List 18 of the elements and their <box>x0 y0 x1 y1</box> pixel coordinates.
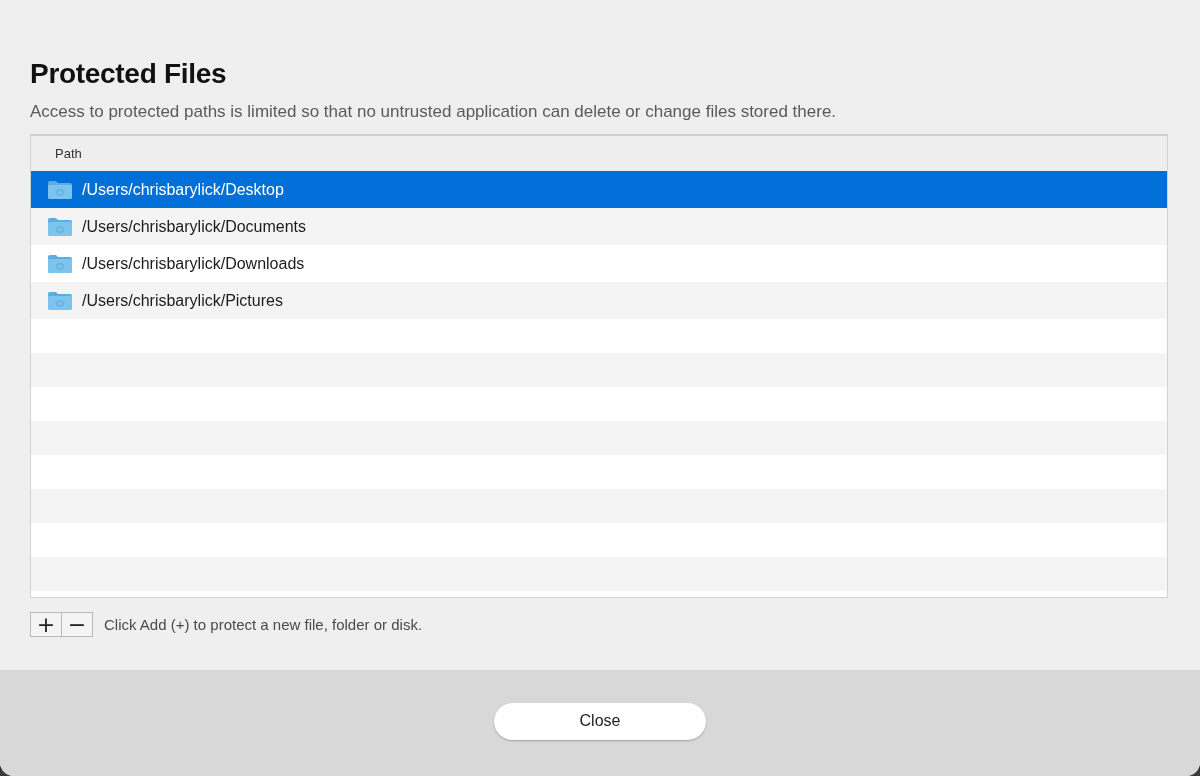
folder-icon <box>47 216 73 237</box>
close-button[interactable]: Close <box>494 702 706 740</box>
folder-icon <box>47 253 73 274</box>
path-text: /Users/chrisbarylick/Desktop <box>82 180 284 199</box>
folder-icon <box>47 179 73 200</box>
dialog-title: Protected Files <box>30 57 227 91</box>
path-row[interactable]: /Users/chrisbarylick/Pictures <box>31 282 1167 319</box>
column-header[interactable]: Path <box>55 146 82 161</box>
path-row[interactable]: /Users/chrisbarylick/Documents <box>31 208 1167 245</box>
remove-button[interactable]: − <box>61 612 93 637</box>
path-row[interactable]: /Users/chrisbarylick/Desktop <box>31 171 1167 208</box>
path-text: /Users/chrisbarylick/Pictures <box>82 291 283 310</box>
path-text: /Users/chrisbarylick/Downloads <box>82 254 305 273</box>
path-text: /Users/chrisbarylick/Documents <box>82 217 307 236</box>
folder-icon <box>47 290 73 311</box>
hint-text: Click Add (+) to protect a new file, folder or disk. <box>104 616 423 633</box>
dialog-description: Access to protected paths is limited so that no untrusted application can delete or change files stored there. <box>30 101 837 123</box>
add-button[interactable]: + <box>30 612 62 637</box>
